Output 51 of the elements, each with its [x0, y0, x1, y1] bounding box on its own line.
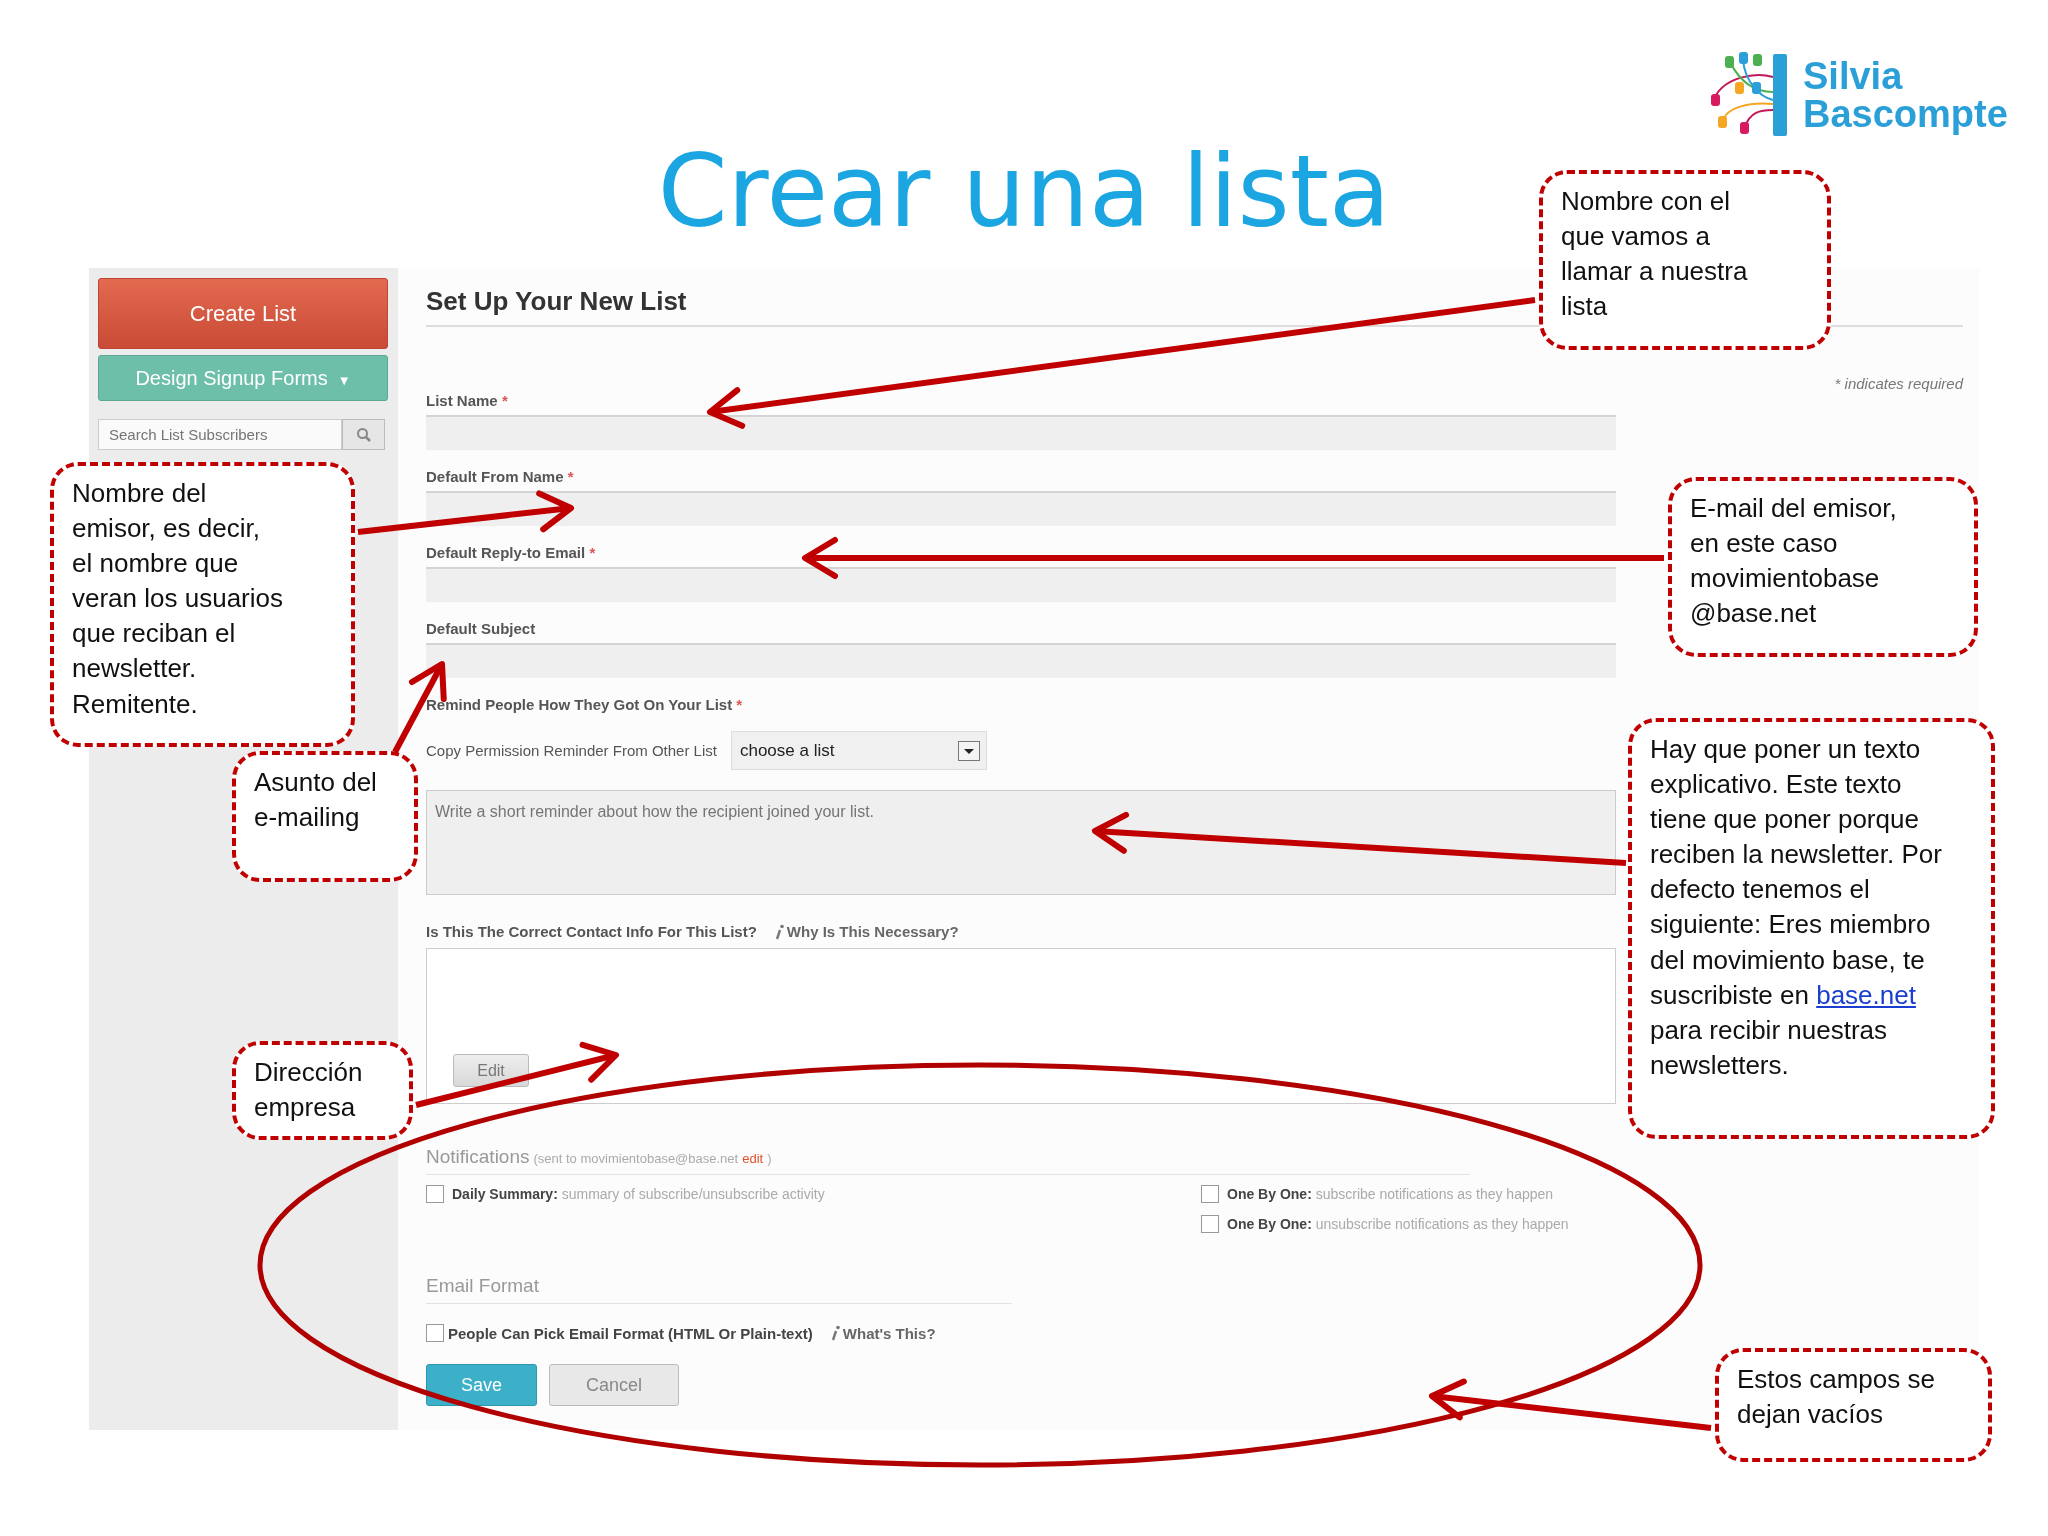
edit-button[interactable]: Edit	[453, 1054, 529, 1087]
callout-text: Nombre con el que vamos a llamar a nuestra lista	[1539, 170, 1831, 350]
option-text: People Can Pick Email Format (HTML Or Plain-text)	[448, 1324, 813, 1342]
checkbox[interactable]	[1201, 1215, 1219, 1233]
create-list-button[interactable]: Create List	[98, 278, 388, 349]
help-link[interactable]: What's This?	[842, 1324, 936, 1342]
reminder-field[interactable]: Write a short reminder about how the recipient joined your list.	[426, 790, 1616, 895]
dropdown-button[interactable]: Design Signup Forms ▼	[98, 355, 388, 401]
search-field[interactable]: Search List Subscribers	[98, 419, 342, 450]
field-label: Default Reply-to Email *	[426, 544, 596, 561]
section-heading: Email Format	[426, 1275, 539, 1297]
option-text: Daily Summary: summary of subscribe/unsubscribe activity	[452, 1186, 825, 1202]
dropdown-icon[interactable]	[957, 740, 980, 761]
edit-link[interactable]: edit	[742, 1151, 764, 1166]
callout-text: Estos campos se dejan vacíos	[1715, 1348, 1992, 1462]
info-icon	[830, 1325, 840, 1341]
link[interactable]: base.net	[1816, 979, 1916, 1010]
callout-text: Asunto del e-mailing	[232, 751, 418, 882]
option-text: One By One: subscribe notifications as they happen	[1227, 1186, 1554, 1202]
input-field[interactable]	[426, 491, 1616, 526]
slide-title: Crear una lista	[657, 142, 1391, 242]
logo-text: Silvia	[1803, 56, 1904, 95]
info-icon	[774, 923, 784, 940]
logo-text: Bascompte	[1803, 94, 2008, 133]
help-link[interactable]: Why Is This Necessary?	[786, 923, 959, 940]
section-heading: Notifications	[426, 1146, 530, 1168]
input-field[interactable]	[426, 567, 1616, 602]
save-button[interactable]: Save	[426, 1364, 537, 1406]
option-text: One By One: unsubscribe notifications as they happen	[1227, 1216, 1569, 1232]
field-label: Default Subject	[426, 620, 536, 637]
search-icon[interactable]	[355, 426, 372, 443]
field-label: Remind People How They Got On Your List *	[426, 696, 743, 713]
checkbox[interactable]	[426, 1185, 444, 1203]
checkbox[interactable]	[1201, 1185, 1219, 1203]
field-label: Default From Name *	[426, 468, 574, 485]
field-label: Copy Permission Reminder From Other List	[426, 742, 717, 759]
input-field[interactable]	[426, 415, 1616, 450]
field-label: Is This The Correct Contact Info For This List?	[426, 923, 757, 940]
input-field[interactable]	[426, 643, 1616, 678]
field-label: List Name *	[426, 392, 508, 409]
notification-note: )	[767, 1151, 772, 1166]
search-button[interactable]	[342, 419, 385, 450]
callout-text: E-mail del emisor, en este caso movimientobase @base.net	[1668, 477, 1978, 657]
callout-text: Dirección empresa	[232, 1041, 413, 1140]
checkbox[interactable]	[426, 1324, 444, 1342]
required-note: * indicates required	[1834, 375, 1963, 392]
cancel-button[interactable]: Cancel	[549, 1364, 679, 1406]
notification-note: (sent to movimientobase@base.net	[533, 1151, 739, 1166]
list-select[interactable]: choose a list	[730, 731, 987, 770]
callout-text: Hay que poner un texto explicativo. Este texto tiene que poner porque reciben la newsletter. Por defecto tenemos el siguiente: Eres miembro del movimiento base, te suscribiste en base.net para recibir nuestras newsletters.	[1628, 718, 1995, 1139]
callout-text: Nombre del emisor, es decir, el nombre que veran los usuarios que reciban el newsletter. Remitente.	[50, 462, 355, 747]
